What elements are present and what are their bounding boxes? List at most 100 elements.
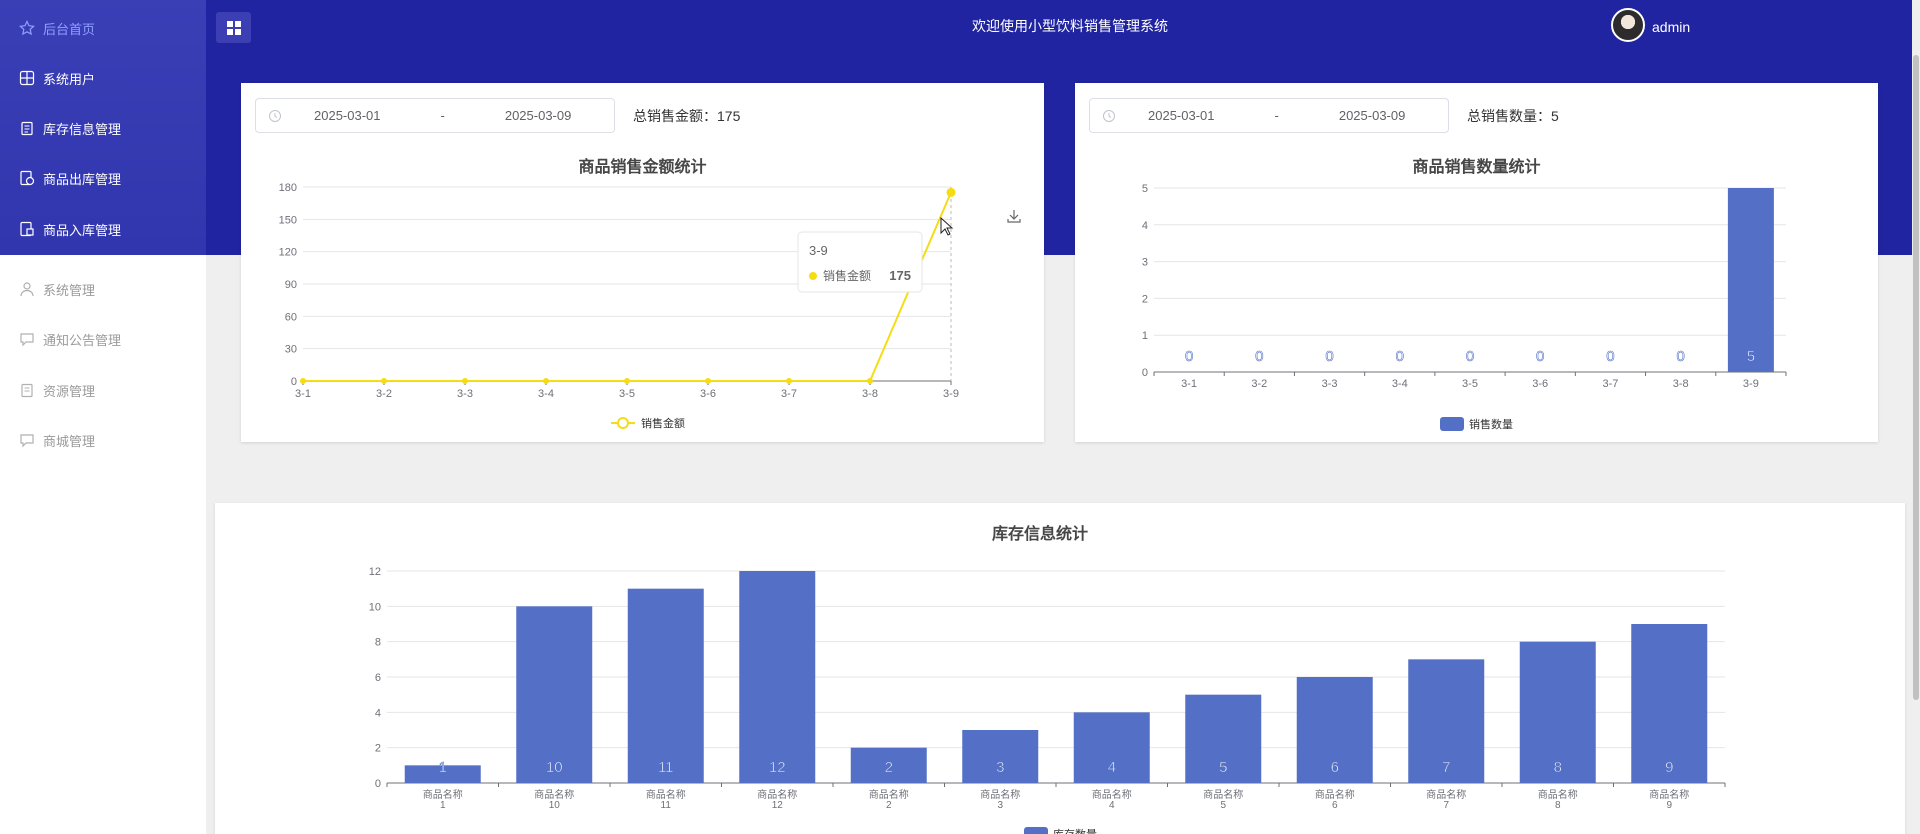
data-label: 0 (1396, 348, 1404, 365)
bar (516, 606, 593, 783)
data-label: 9 (1665, 759, 1673, 776)
y-tick-label: 0 (1142, 367, 1148, 379)
x-tick-label: 3-4 (538, 388, 554, 400)
y-tick-label: 4 (1142, 220, 1148, 232)
sidebar-item-resources[interactable]: 资源管理 (0, 365, 206, 415)
date-range-picker[interactable]: 2025-03-01 - 2025-03-09 (255, 98, 615, 133)
data-point (705, 378, 711, 384)
y-tick-label: 30 (285, 344, 297, 356)
x-tick-label: 3-6 (700, 388, 716, 400)
start-date[interactable]: 2025-03-01 (1148, 108, 1215, 123)
end-date[interactable]: 2025-03-09 (505, 108, 572, 123)
x-tick-label: 3-5 (1462, 378, 1478, 390)
sidebar-item-system[interactable]: 系统管理 (0, 264, 206, 314)
scrollbar-thumb[interactable] (1913, 55, 1919, 700)
x-tick-label: 3-2 (1251, 378, 1267, 390)
data-label: 6 (1331, 759, 1339, 776)
y-tick-label: 150 (279, 214, 297, 226)
x-tick-label: 3-9 (943, 388, 959, 400)
sidebar-item-label: 商城管理 (43, 433, 96, 449)
sidebar-item-label: 商品出库管理 (43, 171, 122, 187)
user-icon (19, 281, 35, 297)
y-tick-label: 1 (1142, 330, 1148, 342)
x-tick-label: 3-8 (1673, 378, 1689, 390)
scrollbar[interactable] (1912, 0, 1920, 834)
document-icon (19, 221, 35, 237)
tooltip-title: 3-9 (809, 243, 828, 258)
x-tick-label: 3 (997, 800, 1003, 811)
sales-qty-chart: 0 1 2 3 4 5 0 3-1 0 3-2 0 3-3 0 3-4 0 3-5 0 3-6 0 3-7 0 3-8 5 3… (1142, 183, 1787, 431)
x-tick-label: 3-4 (1392, 378, 1408, 390)
data-point (867, 378, 873, 384)
total-label: 总销售数量： (1467, 108, 1551, 124)
x-tick-label: 3-7 (781, 388, 797, 400)
legend-label: 销售数量 (1469, 417, 1513, 431)
inventory-chart: 0246810121商品名称110商品名称1011商品名称1112商品名称122… (369, 566, 1726, 834)
table-icon (19, 70, 35, 86)
legend-label: 库存数量 (1053, 827, 1097, 834)
sidebar-item-notices[interactable]: 通知公告管理 (0, 314, 206, 364)
x-tick-label: 6 (1332, 800, 1338, 811)
sidebar-item-outbound[interactable]: 商品出库管理 (0, 153, 206, 203)
x-tick-label: 1 (440, 800, 446, 811)
sales-amount-card: 2025-03-01 - 2025-03-09 总销售金额：175 商品销售金额… (241, 83, 1044, 442)
data-label: 3 (996, 759, 1004, 776)
username[interactable]: admin (1652, 19, 1690, 35)
tooltip: 3-9 销售金额 175 (797, 231, 923, 293)
x-tick-label: 12 (772, 800, 784, 811)
x-tick-label: 3-3 (457, 388, 473, 400)
data-point (946, 187, 956, 197)
chat-icon (19, 432, 35, 448)
data-point (543, 378, 549, 384)
start-date[interactable]: 2025-03-01 (314, 108, 381, 123)
menu-toggle-button[interactable] (216, 12, 251, 43)
sidebar-item-inventory[interactable]: 库存信息管理 (0, 103, 206, 153)
data-label: 4 (1108, 759, 1116, 776)
sidebar-item-mall[interactable]: 商城管理 (0, 415, 206, 465)
sidebar-item-label: 系统用户 (43, 71, 96, 87)
x-tick-label: 3-1 (1181, 378, 1197, 390)
total-value: 5 (1551, 108, 1559, 124)
total-label: 总销售金额： (633, 108, 717, 124)
data-label: 0 (1325, 348, 1333, 365)
sidebar-item-inbound[interactable]: 商品入库管理 (0, 204, 206, 254)
end-date[interactable]: 2025-03-09 (1339, 108, 1406, 123)
clipboard-icon (19, 382, 35, 398)
star-icon (19, 20, 35, 36)
y-tick-label: 90 (285, 279, 297, 291)
data-point (300, 378, 306, 384)
data-point (786, 378, 792, 384)
data-label: 0 (1185, 348, 1193, 365)
total-value: 175 (717, 108, 741, 124)
data-label: 5 (1219, 759, 1227, 776)
data-label: 0 (1255, 348, 1263, 365)
x-tick-label: 3-7 (1602, 378, 1618, 390)
download-icon[interactable] (1007, 210, 1021, 223)
y-tick-label: 180 (279, 182, 297, 194)
tooltip-value: 175 (889, 268, 911, 283)
data-label: 11 (658, 759, 674, 776)
avatar[interactable] (1611, 8, 1645, 42)
date-range-picker[interactable]: 2025-03-01 - 2025-03-09 (1089, 98, 1449, 133)
sidebar-item-label: 商品入库管理 (43, 222, 122, 238)
sidebar-item-home[interactable]: 后台首页 (0, 3, 206, 53)
legend-marker (1024, 827, 1048, 834)
legend-marker (1440, 417, 1464, 431)
sidebar-item-label: 通知公告管理 (43, 332, 122, 348)
chat-icon (19, 331, 35, 347)
range-separator: - (1274, 108, 1279, 123)
y-tick-label: 60 (285, 311, 297, 323)
document-clock-icon (19, 170, 35, 186)
x-tick-label: 9 (1666, 800, 1672, 811)
bar (627, 588, 704, 783)
data-label: 10 (546, 759, 563, 776)
range-separator: - (440, 108, 445, 123)
sidebar-item-users[interactable]: 系统用户 (0, 53, 206, 103)
data-label: 0 (1536, 348, 1544, 365)
x-tick-label: 3-8 (862, 388, 878, 400)
sales-qty-card: 2025-03-01 - 2025-03-09 总销售数量：5 商品销售数量统计… (1075, 83, 1878, 442)
y-tick-label: 6 (375, 672, 381, 684)
data-point (462, 378, 468, 384)
tooltip-series: 销售金额 (823, 268, 871, 283)
legend-marker (617, 417, 629, 429)
